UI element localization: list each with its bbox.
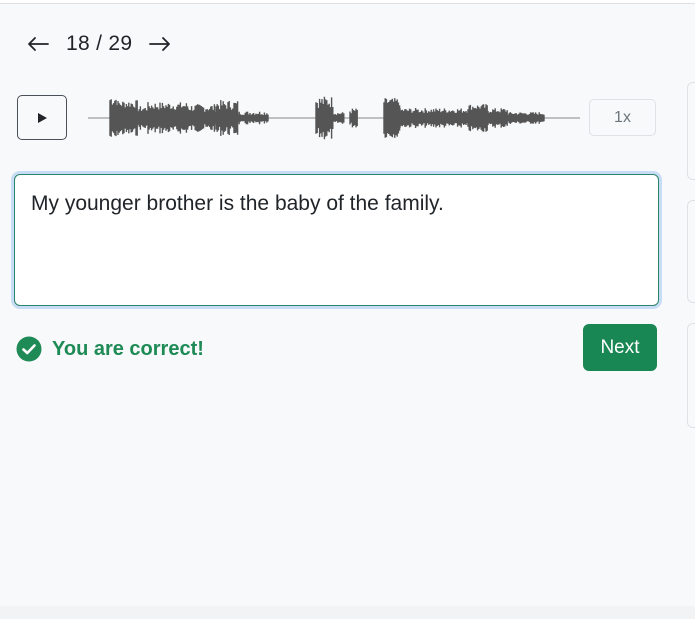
question-counter: 18 / 29 xyxy=(66,32,133,55)
answer-input[interactable]: My younger brother is the baby of the fa… xyxy=(14,174,659,306)
play-icon xyxy=(38,112,47,123)
next-button[interactable]: Next xyxy=(583,324,657,371)
arrow-right-icon[interactable] xyxy=(146,30,174,58)
bottom-strip xyxy=(0,606,695,619)
arrow-left-icon[interactable] xyxy=(24,30,52,58)
feedback-message: You are correct! xyxy=(16,336,204,362)
play-button[interactable] xyxy=(17,95,67,140)
side-card[interactable] xyxy=(687,323,695,428)
feedback-text: You are correct! xyxy=(52,337,204,360)
check-circle-icon xyxy=(16,336,42,362)
audio-waveform[interactable] xyxy=(88,78,580,158)
waveform-bars xyxy=(109,96,545,140)
side-card[interactable] xyxy=(687,200,695,303)
playback-speed-button[interactable]: 1x xyxy=(589,99,656,136)
question-navigation: 18 / 29 xyxy=(24,27,174,61)
side-card[interactable] xyxy=(687,82,695,180)
